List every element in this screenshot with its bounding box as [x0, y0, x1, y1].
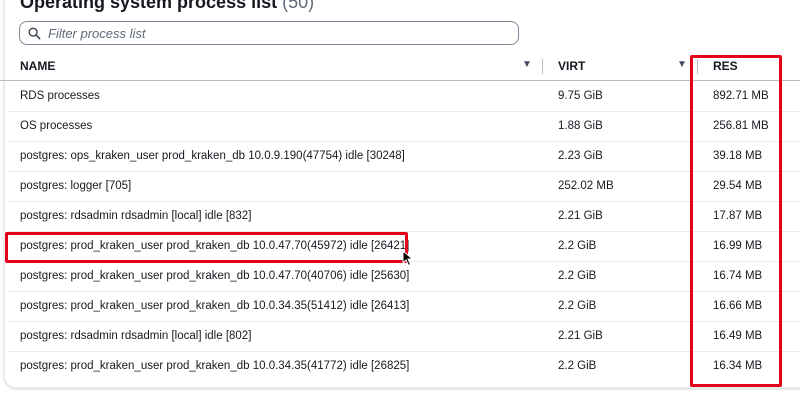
- process-name: RDS processes: [20, 90, 100, 102]
- table-row[interactable]: postgres: prod_kraken_user prod_kraken_d…: [8, 351, 800, 381]
- virt-value: 2.23 GiB: [558, 150, 603, 162]
- table-row[interactable]: RDS processes 9.75 GiB 892.71 MB: [8, 81, 800, 112]
- table-row[interactable]: postgres: rdsadmin rdsadmin [local] idle…: [8, 321, 800, 352]
- sort-down-icon[interactable]: ▼: [677, 59, 687, 70]
- process-name: postgres: prod_kraken_user prod_kraken_d…: [20, 300, 410, 312]
- process-name: postgres: prod_kraken_user prod_kraken_d…: [20, 270, 410, 282]
- table-row[interactable]: postgres: ops_kraken_user prod_kraken_db…: [8, 141, 800, 172]
- res-value: 892.71 MB: [713, 90, 769, 102]
- res-value: 16.49 MB: [713, 330, 763, 342]
- process-name: postgres: logger [705]: [20, 180, 132, 192]
- process-count: (50): [282, 0, 315, 12]
- column-header-res[interactable]: RES: [713, 52, 738, 80]
- virt-value: 2.2 GiB: [558, 300, 597, 312]
- res-value: 256.81 MB: [713, 120, 769, 132]
- process-name: postgres: rdsadmin rdsadmin [local] idle…: [20, 210, 252, 222]
- sort-down-icon[interactable]: ▼: [522, 59, 532, 70]
- column-resizer[interactable]: [697, 59, 698, 74]
- res-value: 16.34 MB: [713, 360, 763, 372]
- res-value: 17.87 MB: [713, 210, 763, 222]
- column-resizer[interactable]: [542, 59, 543, 74]
- process-name: postgres: ops_kraken_user prod_kraken_db…: [20, 150, 405, 162]
- res-value: 16.66 MB: [713, 300, 763, 312]
- search-input[interactable]: [48, 25, 488, 41]
- search-icon: [20, 26, 48, 40]
- virt-value: 2.2 GiB: [558, 360, 597, 372]
- table-row[interactable]: postgres: prod_kraken_user prod_kraken_d…: [8, 291, 800, 322]
- process-name: OS processes: [20, 120, 93, 132]
- column-header-virt[interactable]: VIRT: [558, 52, 585, 80]
- table-row[interactable]: postgres: logger [705] 252.02 MB 29.54 M…: [8, 171, 800, 202]
- table-row[interactable]: OS processes 1.88 GiB 256.81 MB: [8, 111, 800, 142]
- res-value: 16.99 MB: [713, 240, 763, 252]
- page-title: Operating system process list (50): [20, 0, 314, 13]
- virt-value: 2.2 GiB: [558, 240, 597, 252]
- virt-value: 2.21 GiB: [558, 330, 603, 342]
- virt-value: 2.2 GiB: [558, 270, 597, 282]
- res-value: 16.74 MB: [713, 270, 763, 282]
- process-name: postgres: prod_kraken_user prod_kraken_d…: [20, 360, 410, 372]
- virt-value: 2.21 GiB: [558, 210, 603, 222]
- process-name: postgres: rdsadmin rdsadmin [local] idle…: [20, 330, 252, 342]
- res-value: 29.54 MB: [713, 180, 763, 192]
- search-box[interactable]: [19, 21, 519, 45]
- res-value: 39.18 MB: [713, 150, 763, 162]
- title-text: Operating system process list: [20, 0, 278, 12]
- column-header-name[interactable]: NAME: [20, 52, 55, 80]
- virt-value: 252.02 MB: [558, 180, 614, 192]
- virt-value: 9.75 GiB: [558, 90, 603, 102]
- mouse-cursor-icon: [402, 249, 414, 272]
- process-name: postgres: prod_kraken_user prod_kraken_d…: [20, 240, 410, 252]
- virt-value: 1.88 GiB: [558, 120, 603, 132]
- table-header: NAME ▼ VIRT ▼ RES: [0, 52, 800, 81]
- table-row[interactable]: postgres: rdsadmin rdsadmin [local] idle…: [8, 201, 800, 232]
